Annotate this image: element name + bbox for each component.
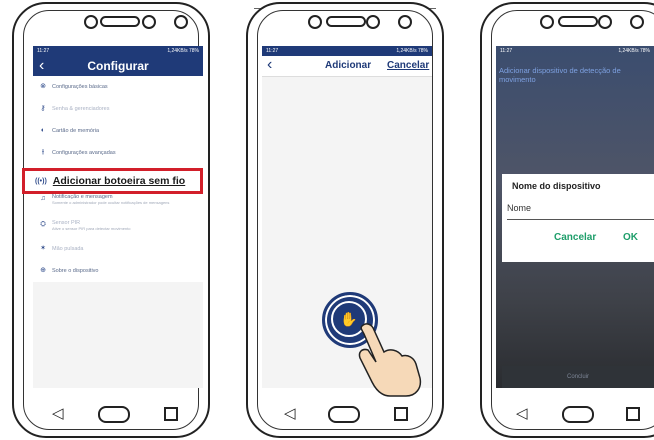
menu-item-label: Mão pulsada [52, 246, 84, 252]
menu-item-sub: Ative o sensor PIR para detectar movimen… [52, 225, 131, 231]
status-bar: 11:27 1,24KB/s 78% [262, 46, 432, 56]
status-time: 11:27 [266, 48, 279, 54]
nav-home-icon[interactable] [328, 406, 360, 423]
speaker-grille [100, 16, 140, 27]
nav-bar-1: ◁ [12, 402, 210, 426]
page-heading: Adicionar dispositivo de detecção de mov… [499, 66, 621, 84]
sensor-icon [598, 15, 612, 29]
menu-item-label: Configurações avançadas [52, 150, 116, 156]
menu-item-label: Senha & gerenciadores [52, 106, 110, 112]
menu-item-about[interactable]: ⊕ Sobre o dispositivo [33, 260, 203, 282]
key-icon: ⚷ [40, 105, 46, 112]
screen-settings: 11:27 1,24KB/s 78% ‹ Configurar ⊗ Configu… [33, 46, 203, 388]
sliders-icon: ⫲ [41, 149, 45, 156]
speaker-grille [326, 16, 366, 27]
info-icon: ⊕ [40, 267, 46, 274]
nav-bar-2: ◁ [246, 402, 444, 426]
motion-icon: ⛭ [40, 221, 46, 228]
back-button[interactable]: ‹ [39, 57, 44, 75]
sd-card-icon: ◐ [40, 127, 46, 134]
page-title: Adicionar [325, 60, 372, 71]
front-camera-icon [398, 15, 412, 29]
status-time: 11:27 [500, 48, 513, 54]
nav-back-icon[interactable]: ◁ [284, 404, 296, 422]
menu-item-label: Sobre o dispositivo [52, 268, 99, 274]
status-bar: 11:27 1,24KB/s 78% [496, 46, 654, 56]
menu-item-sub: Somente o administrador pode ocultar not… [52, 199, 170, 205]
status-bar: 11:27 1,24KB/s 78% [33, 46, 203, 56]
sensor-icon [142, 15, 156, 29]
device-name-dialog: Nome do dispositivo Nome Cancelar OK [502, 174, 654, 262]
status-indicators: 1,24KB/s 78% [618, 48, 650, 54]
menu-item-label: Cartão de memória [52, 128, 100, 134]
sensor-icon [366, 15, 380, 29]
menu-item-password[interactable]: ⚷ Senha & gerenciadores [33, 98, 203, 120]
menu-item-basic-settings[interactable]: ⊗ Configurações básicas [33, 76, 203, 98]
dialog-title: Nome do dispositivo [512, 181, 601, 191]
hand-icon: ✶ [40, 245, 46, 252]
status-indicators: 1,24KB/s 78% [396, 48, 428, 54]
menu-item-hand[interactable]: ✶ Mão pulsada [33, 238, 203, 260]
menu-item-label: Configurações básicas [52, 84, 108, 90]
menu-item-memory-card[interactable]: ◐ Cartão de memória [33, 120, 203, 142]
nav-home-icon[interactable] [562, 406, 594, 423]
nav-back-icon[interactable]: ◁ [516, 404, 528, 422]
camera-icon [308, 15, 322, 29]
nav-recent-icon[interactable] [626, 407, 640, 421]
finger-illustration [358, 323, 422, 397]
menu-item-add-wireless-button[interactable]: ((•)) Adicionar botoeira sem fio [22, 168, 203, 194]
nav-bar-3: ◁ [480, 402, 654, 426]
menu-item-advanced-settings[interactable]: ⫲ Configurações avançadas [33, 142, 203, 164]
status-indicators: 1,24KB/s 78% [167, 48, 199, 54]
nav-home-icon[interactable] [98, 406, 130, 423]
status-time: 11:27 [37, 48, 50, 54]
wireless-icon: ((•)) [35, 177, 47, 185]
page-title: Configurar [87, 59, 149, 73]
nav-recent-icon[interactable] [394, 407, 408, 421]
add-header: ‹ Adicionar Cancelar [262, 56, 432, 77]
nav-recent-icon[interactable] [164, 407, 178, 421]
front-camera-icon [174, 15, 188, 29]
nav-back-icon[interactable]: ◁ [52, 404, 64, 422]
menu-item-pir-sensor[interactable]: ⛭ Sensor PIR Ative o sensor PIR para detec… [33, 212, 203, 238]
cancel-button[interactable]: Cancelar [387, 60, 429, 71]
dialog-ok-button[interactable]: OK [623, 232, 638, 243]
input-underline [507, 219, 654, 220]
back-button[interactable]: ‹ [267, 56, 272, 74]
device-name-input[interactable]: Nome [507, 203, 531, 213]
highlighted-label: Adicionar botoeira sem fio [52, 175, 186, 187]
front-camera-icon [630, 15, 644, 29]
settings-header: ‹ Configurar [33, 56, 203, 76]
dialog-cancel-button[interactable]: Cancelar [554, 232, 596, 243]
camera-icon [84, 15, 98, 29]
settings-icon: ⊗ [40, 83, 46, 90]
speaker-grille [558, 16, 598, 27]
bell-icon: ♫ [40, 195, 46, 202]
done-button[interactable]: Concluir [502, 366, 654, 388]
camera-icon [540, 15, 554, 29]
